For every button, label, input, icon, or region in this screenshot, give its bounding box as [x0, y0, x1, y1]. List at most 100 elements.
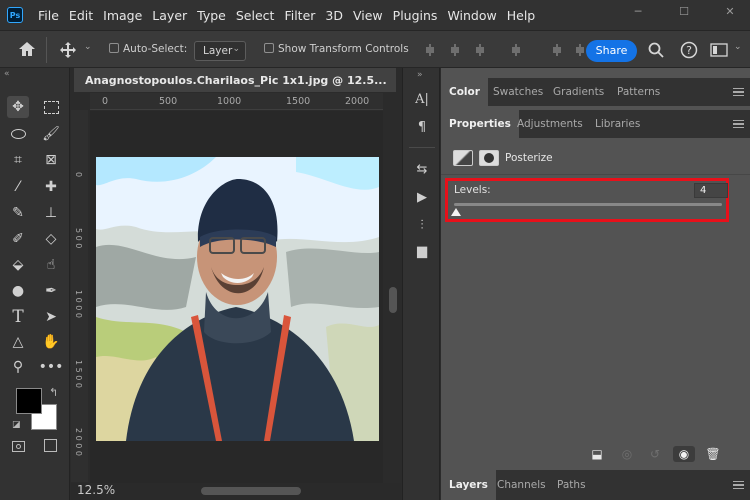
tab-paths[interactable]: Paths: [549, 470, 594, 500]
tab-patterns[interactable]: Patterns: [609, 78, 668, 106]
panel-menu-icon[interactable]: [733, 120, 744, 128]
healing-brush-tool-icon[interactable]: ✚: [40, 176, 62, 198]
zoom-tool-icon[interactable]: ⚲: [7, 356, 29, 378]
menu-layer[interactable]: Layer: [147, 8, 192, 23]
panel-menu-icon[interactable]: [733, 88, 744, 96]
show-transform-checkbox[interactable]: Show Transform Controls: [264, 43, 409, 55]
divider: [46, 37, 47, 63]
paint-bucket-tool-icon[interactable]: ⬙: [7, 254, 29, 276]
menu-type[interactable]: Type: [192, 8, 231, 23]
tab-swatches[interactable]: Swatches: [485, 78, 551, 106]
menu-file[interactable]: File: [33, 8, 64, 23]
levels-input[interactable]: 4: [694, 183, 728, 198]
checkbox-box[interactable]: [264, 43, 274, 53]
share-button[interactable]: Share: [586, 40, 637, 62]
panel-menu-icon[interactable]: [733, 481, 744, 489]
expand-icon[interactable]: »: [417, 70, 423, 80]
move-tool-icon[interactable]: [59, 41, 77, 59]
tab-gradients[interactable]: Gradients: [545, 78, 612, 106]
align-left-icon[interactable]: [424, 44, 436, 56]
more-tools-icon[interactable]: •••: [39, 356, 64, 378]
menu-select[interactable]: Select: [231, 8, 280, 23]
foreground-color-swatch[interactable]: [16, 388, 42, 414]
menu-3d[interactable]: 3D: [320, 8, 348, 23]
maximize-icon[interactable]: ☐: [676, 5, 692, 19]
path-selection-tool-icon[interactable]: ➤: [40, 306, 62, 328]
quick-mask-icon[interactable]: [12, 441, 25, 452]
trash-icon[interactable]: 🗑: [705, 446, 721, 462]
tab-channels[interactable]: Channels: [489, 470, 554, 500]
vertical-scrollbar[interactable]: [385, 111, 401, 483]
layer-select-dropdown[interactable]: Layer ⌄: [194, 41, 246, 61]
history-brush-tool-icon[interactable]: ✐: [7, 228, 29, 250]
tab-adjustments[interactable]: Adjustments: [509, 110, 591, 138]
levels-label: Levels:: [454, 184, 491, 196]
checkbox-box[interactable]: [109, 43, 119, 53]
menu-filter[interactable]: Filter: [279, 8, 320, 23]
menu-view[interactable]: View: [348, 8, 388, 23]
collapse-icon[interactable]: «: [4, 69, 10, 79]
close-icon[interactable]: ✕: [722, 5, 738, 19]
align-distribute-icon[interactable]: [510, 44, 522, 56]
quick-selection-tool-icon[interactable]: 🖌: [40, 123, 62, 145]
search-icon[interactable]: [648, 42, 664, 58]
reset-icon[interactable]: ↺: [647, 446, 663, 462]
brush-tool-icon[interactable]: ✎: [7, 202, 29, 224]
character-panel-icon[interactable]: A|: [414, 92, 430, 108]
menu-image[interactable]: Image: [98, 8, 147, 23]
smudge-tool-icon[interactable]: ☝: [40, 254, 62, 276]
canvas[interactable]: [90, 111, 383, 483]
lasso-tool-icon[interactable]: [7, 123, 29, 145]
zoom-level[interactable]: 12.5%: [77, 483, 115, 497]
pen-tool-icon[interactable]: ✒: [40, 280, 62, 302]
eraser-tool-icon[interactable]: ◇: [40, 228, 62, 250]
align-middle-icon[interactable]: [574, 44, 586, 56]
scroll-thumb[interactable]: [389, 287, 397, 313]
tab-color[interactable]: Color: [441, 78, 488, 106]
visibility-eye-icon[interactable]: ◉: [673, 446, 695, 462]
move-tool-icon[interactable]: ✥: [7, 96, 29, 118]
levels-slider-track[interactable]: [454, 203, 722, 206]
tab-layers[interactable]: Layers: [441, 470, 496, 500]
menu-edit[interactable]: Edit: [64, 8, 98, 23]
default-colors-icon[interactable]: ◪: [12, 420, 21, 430]
properties-panel-icon[interactable]: ⫶: [414, 218, 430, 234]
shape-tool-icon[interactable]: △: [7, 331, 29, 353]
tab-properties[interactable]: Properties: [441, 110, 519, 138]
clone-stamp-tool-icon[interactable]: ⊥: [40, 202, 62, 224]
view-previous-state-icon[interactable]: ◎: [619, 446, 635, 462]
marquee-tool-icon[interactable]: [40, 96, 62, 118]
home-icon[interactable]: [18, 41, 36, 57]
ruler-tick: 0: [74, 172, 83, 178]
document-tab[interactable]: Anagnostopoulos.Charilaos_Pic 1x1.jpg @ …: [74, 68, 396, 92]
menu-window[interactable]: Window: [442, 8, 501, 23]
align-right-icon[interactable]: [474, 44, 486, 56]
hand-tool-icon[interactable]: ✋: [40, 331, 62, 353]
auto-select-checkbox[interactable]: Auto-Select:: [109, 43, 187, 55]
levels-slider-handle[interactable]: [451, 208, 462, 216]
align-top-icon[interactable]: [551, 44, 563, 56]
workspace-icon[interactable]: [710, 42, 728, 58]
comments-panel-icon[interactable]: ▆: [414, 244, 430, 260]
dodge-tool-icon[interactable]: ●: [7, 280, 29, 302]
swap-colors-icon[interactable]: ↰: [49, 386, 58, 399]
history-panel-icon[interactable]: ⇆: [414, 162, 430, 178]
horizontal-scrollbar[interactable]: [201, 487, 301, 495]
align-center-icon[interactable]: [449, 44, 461, 56]
actions-play-icon[interactable]: ▶: [414, 190, 430, 206]
help-icon[interactable]: ?: [680, 41, 698, 59]
minimize-icon[interactable]: ─: [630, 5, 646, 19]
chevron-down-icon[interactable]: ⌄: [734, 42, 742, 52]
clip-to-layer-icon[interactable]: ⬓: [589, 446, 605, 462]
crop-tool-icon[interactable]: ⌗: [7, 149, 29, 171]
menu-plugins[interactable]: Plugins: [388, 8, 443, 23]
screen-mode-icon[interactable]: [44, 439, 57, 452]
chevron-down-icon[interactable]: ⌄: [84, 42, 92, 52]
type-tool-icon[interactable]: T: [7, 306, 29, 328]
menu-help[interactable]: Help: [502, 8, 541, 23]
paragraph-panel-icon[interactable]: ¶: [414, 120, 430, 136]
frame-tool-icon[interactable]: ⊠: [40, 149, 62, 171]
layer-mask-icon[interactable]: [479, 150, 499, 166]
tab-libraries[interactable]: Libraries: [587, 110, 648, 138]
eyedropper-tool-icon[interactable]: ⁄: [7, 176, 29, 198]
